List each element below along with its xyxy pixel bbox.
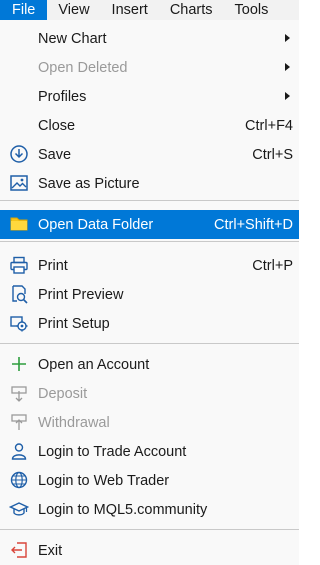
menu-item-close[interactable]: Close Ctrl+F4 xyxy=(0,111,299,140)
menu-item-new-chart[interactable]: New Chart xyxy=(0,24,299,53)
submenu-arrow-icon xyxy=(285,63,290,71)
menu-item-profiles[interactable]: Profiles xyxy=(0,82,299,111)
menu-item-label: Print xyxy=(38,257,68,274)
menu-view[interactable]: View xyxy=(47,0,100,20)
menu-item-login-mql5[interactable]: Login to MQL5.community xyxy=(0,495,299,524)
menu-item-label: Exit xyxy=(38,542,63,559)
menu-item-shortcut: Ctrl+Shift+D xyxy=(214,216,293,233)
menu-item-shortcut: Ctrl+S xyxy=(252,146,293,163)
picture-icon xyxy=(9,173,29,193)
menu-insert[interactable]: Insert xyxy=(101,0,159,20)
menu-separator xyxy=(0,529,299,530)
graduation-cap-icon xyxy=(9,499,29,519)
menu-item-open-account[interactable]: Open an Account xyxy=(0,350,299,379)
menu-item-label: Withdrawal xyxy=(38,414,110,431)
save-download-icon xyxy=(9,144,29,164)
exit-icon xyxy=(9,540,29,560)
menu-item-open-data-folder[interactable]: Open Data Folder Ctrl+Shift+D xyxy=(0,210,299,239)
menu-charts[interactable]: Charts xyxy=(159,0,224,20)
menu-separator xyxy=(0,241,299,242)
menu-item-print-setup[interactable]: Print Setup xyxy=(0,309,299,338)
menu-item-label: Open an Account xyxy=(38,356,150,373)
menu-item-label: Print Setup xyxy=(38,315,110,332)
menu-item-shortcut: Ctrl+P xyxy=(252,257,293,274)
globe-icon xyxy=(9,470,29,490)
menu-item-label: Login to Web Trader xyxy=(38,472,170,489)
menu-item-label: Open Deleted xyxy=(38,59,128,76)
print-setup-icon xyxy=(9,313,29,333)
deposit-icon xyxy=(9,383,29,403)
folder-icon xyxy=(9,214,29,234)
menu-item-save[interactable]: Save Ctrl+S xyxy=(0,140,299,169)
printer-icon xyxy=(9,255,29,275)
menu-item-label: Profiles xyxy=(38,88,87,105)
menu-item-label: Deposit xyxy=(38,385,88,402)
menu-file[interactable]: File xyxy=(0,0,48,20)
menu-item-withdrawal: Withdrawal xyxy=(0,408,299,437)
menu-item-exit[interactable]: Exit xyxy=(0,536,299,565)
menu-bar: File View Insert Charts Tools xyxy=(0,0,299,20)
menu-item-deposit: Deposit xyxy=(0,379,299,408)
plus-icon xyxy=(9,354,29,374)
menu-item-label: Open Data Folder xyxy=(38,216,154,233)
menu-item-label: Login to MQL5.community xyxy=(38,501,208,518)
menu-item-open-deleted: Open Deleted xyxy=(0,53,299,82)
menu-item-label: Print Preview xyxy=(38,286,124,303)
menu-item-save-as-picture[interactable]: Save as Picture xyxy=(0,169,299,198)
user-icon xyxy=(9,441,29,461)
menu-item-login-trade-account[interactable]: Login to Trade Account xyxy=(0,437,299,466)
menu-separator xyxy=(0,343,299,344)
menu-tools[interactable]: Tools xyxy=(224,0,280,20)
menu-item-label: Login to Trade Account xyxy=(38,443,187,460)
menu-item-label: Close xyxy=(38,117,76,134)
menu-item-print-preview[interactable]: Print Preview xyxy=(0,280,299,309)
menu-item-label: New Chart xyxy=(38,30,107,47)
menu-item-label: Save as Picture xyxy=(38,175,140,192)
menu-separator xyxy=(0,200,299,201)
menu-item-print[interactable]: Print Ctrl+P xyxy=(0,251,299,280)
file-dropdown-menu: New Chart Open Deleted Profiles Close Ct… xyxy=(0,20,299,565)
submenu-arrow-icon xyxy=(285,92,290,100)
menu-item-shortcut: Ctrl+F4 xyxy=(245,117,293,134)
submenu-arrow-icon xyxy=(285,34,290,42)
withdrawal-icon xyxy=(9,412,29,432)
menu-item-login-web-trader[interactable]: Login to Web Trader xyxy=(0,466,299,495)
print-preview-icon xyxy=(9,284,29,304)
menu-item-label: Save xyxy=(38,146,72,163)
